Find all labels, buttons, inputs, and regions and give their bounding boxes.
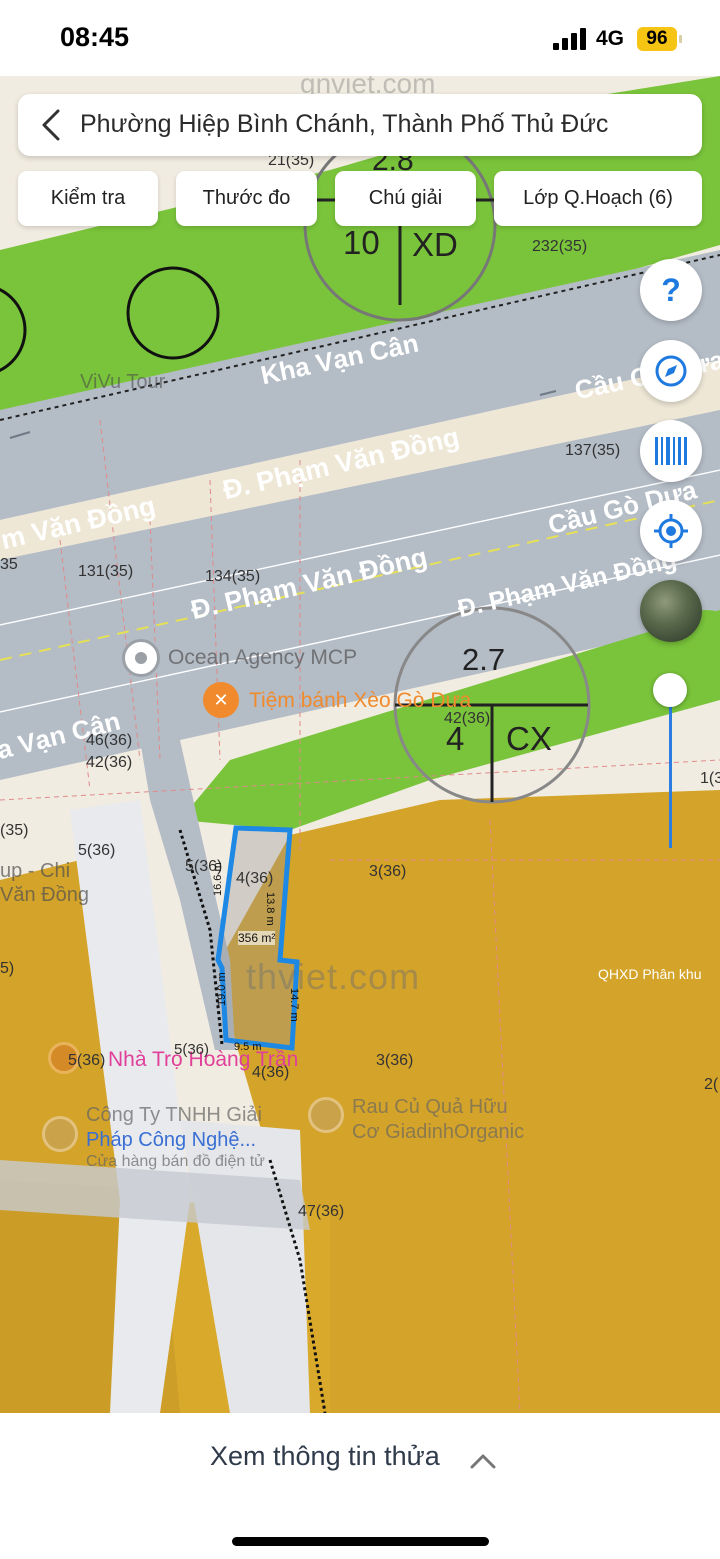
zone-qhxd-label: QHXD Phân khu — [598, 966, 702, 982]
parcel-number: 35 — [0, 556, 18, 573]
home-indicator — [232, 1537, 489, 1546]
parcel-number: 4(36) — [252, 1064, 290, 1081]
parcel-number: 47(36) — [298, 1203, 345, 1220]
opacity-slider-track[interactable] — [669, 693, 672, 848]
planning-layers-button[interactable]: Lớp Q.Hoạch (6) — [494, 171, 702, 226]
zone-cx-code: CX — [506, 720, 552, 757]
signal-icon — [553, 28, 587, 50]
locate-button[interactable] — [640, 500, 702, 562]
compass-icon — [655, 355, 687, 387]
battery-cap — [679, 35, 682, 43]
svg-text:?: ? — [661, 272, 681, 308]
plot-side-label: 19.0 m — [216, 972, 228, 1006]
parcel-number: 137(35) — [565, 442, 621, 459]
zone-cx-density: 2.7 — [462, 642, 506, 677]
network-type: 4G — [596, 27, 625, 50]
question-icon: ? — [661, 272, 681, 308]
parcel-number: 3(36) — [376, 1052, 414, 1069]
plot-side-label: 16.6 m — [212, 862, 224, 896]
cart-icon[interactable] — [308, 1097, 344, 1133]
map-label: Văn Đồng — [0, 884, 89, 906]
parcel-number: 5(36) — [78, 842, 116, 859]
parcel-info-sheet[interactable]: Xem thông tin thửa — [0, 1413, 720, 1559]
crosshair-icon — [654, 514, 688, 548]
measure-button[interactable]: Thước đo — [176, 171, 317, 226]
parcel-number: 46(36) — [86, 732, 133, 749]
plot-area-label: 356 m² — [238, 931, 276, 945]
road-label: Đ. Phạm Văn Đồng — [220, 421, 463, 506]
help-button[interactable]: ? — [640, 259, 702, 321]
parcel-number: 131(35) — [78, 563, 134, 580]
poi-cong-ty-1[interactable]: Công Ty TNHH Giải — [86, 1104, 262, 1127]
parcel-number: 1(3 — [700, 770, 720, 787]
watermark-center: thviet.com — [246, 956, 421, 997]
barcode-button[interactable] — [640, 420, 702, 482]
poi-vivu: ViVu Tour — [80, 371, 166, 393]
status-bar: 08:45 4G 96 — [0, 0, 720, 76]
poi-tiem-banh[interactable]: Tiệm bánh Xèo Gò Dưa — [249, 689, 471, 713]
parcel-number: (35) — [0, 822, 29, 839]
map-view[interactable]: gnviet.com 2.8 10 XD 21(35) 232(35) ViVu… — [0, 76, 720, 1413]
compass-button[interactable] — [640, 340, 702, 402]
poi-cong-ty-2[interactable]: Pháp Công Nghệ... — [86, 1129, 256, 1152]
poi-pin-icon[interactable] — [122, 639, 160, 677]
zone-cx-floors: 4 — [446, 720, 465, 757]
back-icon[interactable] — [38, 108, 64, 142]
opacity-slider-handle[interactable] — [653, 673, 687, 707]
zone-xd-code: XD — [412, 226, 458, 263]
barcode-icon — [655, 437, 687, 465]
satellite-layer-button[interactable] — [640, 580, 702, 642]
poi-rau-cu-2[interactable]: Cơ GiadinhOrganic — [352, 1121, 524, 1144]
road-label: m Văn Đồng — [0, 490, 159, 556]
parcel-number: 232(35) — [532, 238, 588, 255]
location-header[interactable]: Phường Hiệp Bình Chánh, Thành Phố Thủ Đứ… — [18, 94, 702, 156]
shop-icon[interactable] — [42, 1116, 78, 1152]
zone-xd-floors: 10 — [343, 224, 380, 261]
parcel-number: 2( — [704, 1076, 719, 1093]
road-label: Kha Vạn Cân — [258, 327, 422, 391]
parcel-number: 4(36) — [236, 870, 274, 887]
parcel-number: 5(36) — [68, 1052, 106, 1069]
parcel-number: 5(36) — [174, 1041, 210, 1058]
check-button[interactable]: Kiểm tra — [18, 171, 158, 226]
plot-side-label: 13.8 m — [264, 892, 276, 926]
battery-icon: 96 — [637, 27, 677, 51]
status-time: 08:45 — [60, 22, 130, 52]
view-parcel-info-label[interactable]: Xem thông tin thửa — [210, 1441, 440, 1472]
legend-button[interactable]: Chú giải — [335, 171, 476, 226]
parcel-number: 3(36) — [369, 863, 407, 880]
chevron-up-icon[interactable] — [470, 1453, 496, 1469]
poi-ocean[interactable]: Ocean Agency MCP — [168, 646, 357, 670]
poi-rau-cu-1[interactable]: Rau Củ Quả Hữu — [352, 1096, 508, 1119]
location-title: Phường Hiệp Bình Chánh, Thành Phố Thủ Đứ… — [80, 110, 609, 138]
map-labels: gnviet.com 2.8 10 XD 21(35) 232(35) ViVu… — [0, 76, 720, 1413]
parcel-number: 5) — [0, 960, 15, 977]
restaurant-icon[interactable]: ✕ — [203, 682, 239, 718]
poi-cong-ty-3: Cửa hàng bán đồ điện tử — [86, 1153, 265, 1170]
parcel-number: 42(36) — [86, 754, 133, 771]
map-label: up - Chi — [0, 860, 71, 882]
